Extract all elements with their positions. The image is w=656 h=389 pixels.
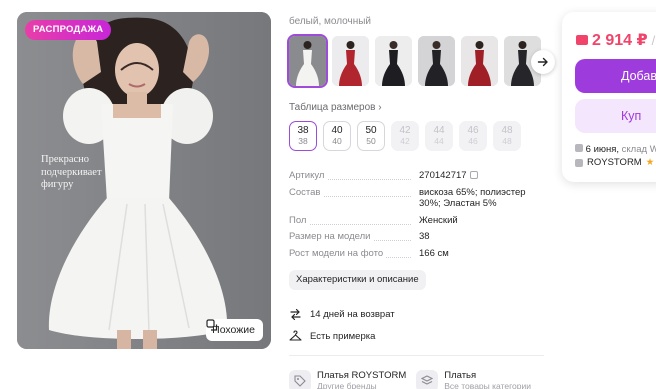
- spec-key-text: Размер на модели: [289, 231, 374, 242]
- spec-row-gender: Пол Женский: [289, 214, 549, 227]
- spec-key: Размер на модели: [289, 231, 419, 243]
- spec-value: 38: [419, 231, 430, 242]
- photo-caption: Прекрасно подчеркивает фигуру: [41, 154, 102, 190]
- size-selector: 38 38 40 40 50 50 42 42 44 44 46 46 48 48: [289, 121, 521, 151]
- size-option[interactable]: 42 42: [391, 121, 419, 151]
- similar-icon: [206, 319, 218, 331]
- tag-title: Платья: [444, 370, 477, 381]
- buy-card: 2 914 ₽ / Добав Куп 6 июня, склад WB ROY…: [562, 12, 656, 182]
- tag-brand[interactable]: Платья ROYSTORM Другие бренды: [289, 370, 406, 389]
- size-ru: 50: [366, 136, 376, 146]
- perk-text: 14 дней на возврат: [310, 308, 395, 320]
- price-row: 2 914 ₽ /: [576, 30, 655, 50]
- product-perks: 14 дней на возврат Есть примерка: [289, 304, 395, 348]
- size-option[interactable]: 48 48: [493, 121, 521, 151]
- thumbs-next-button[interactable]: [531, 50, 555, 74]
- size-value: 38: [297, 125, 309, 136]
- size-option[interactable]: 38 38: [289, 121, 317, 151]
- size-value: 42: [399, 125, 411, 136]
- seller-name: ROYSTORM: [587, 157, 642, 168]
- size-table-link[interactable]: Таблица размеров ›: [289, 102, 382, 113]
- characteristics-button[interactable]: Характеристики и описание: [289, 270, 426, 290]
- size-option[interactable]: 40 40: [323, 121, 351, 151]
- tag-subtitle: Другие бренды: [317, 381, 377, 389]
- arrow-right-icon: [537, 57, 548, 67]
- tag-icon: [289, 370, 311, 389]
- spec-value: Женский: [419, 214, 458, 226]
- divider: [289, 355, 544, 356]
- tag-subtitle: Все товары категории: [444, 381, 531, 389]
- buy-now-button[interactable]: Куп: [575, 99, 656, 133]
- spec-value: вискоза 65%; полиэстер 30%; Эластан 5%: [419, 186, 526, 210]
- size-ru: 38: [298, 136, 308, 146]
- size-ru: 48: [502, 136, 512, 146]
- tag-category[interactable]: Платья Все товары категории: [416, 370, 531, 389]
- perk-fitting: Есть примерка: [289, 326, 395, 346]
- spec-value: 166 см: [419, 247, 449, 259]
- article-number: 270142717: [419, 170, 467, 181]
- spec-value: 270142717: [419, 170, 549, 182]
- layers-icon: [416, 370, 439, 389]
- size-ru: 40: [332, 136, 342, 146]
- copy-icon[interactable]: [469, 171, 478, 179]
- color-thumbnails: [287, 34, 541, 88]
- thumb-red[interactable]: [332, 36, 369, 86]
- spec-key-text: Рост модели на фото: [289, 247, 387, 259]
- thumb-black-1[interactable]: [375, 36, 412, 86]
- chevron-right-icon: ›: [378, 102, 382, 113]
- size-value: 48: [501, 125, 513, 136]
- color-name: белый, молочный: [289, 16, 372, 27]
- thumb-red-2[interactable]: [461, 36, 498, 86]
- spec-row-model-height: Рост модели на фото 166 см: [289, 247, 549, 260]
- size-table-label: Таблица размеров: [289, 102, 376, 113]
- star-icon: ★: [645, 157, 655, 168]
- size-ru: 42: [400, 136, 410, 146]
- size-ru: 44: [434, 136, 444, 146]
- seller-info[interactable]: ROYSTORM ★ 4,: [575, 157, 656, 168]
- size-option[interactable]: 46 46: [459, 121, 487, 151]
- wallet-icon: [576, 35, 588, 45]
- size-ru: 46: [468, 136, 478, 146]
- spec-row-composition: Состав вискоза 65%; полиэстер 30%; Эласт…: [289, 186, 549, 210]
- truck-icon: [575, 144, 583, 152]
- return-icon: [290, 308, 301, 320]
- spec-key-text: Состав: [289, 186, 324, 198]
- similar-label: Похожие: [212, 324, 255, 336]
- hanger-icon: [289, 329, 302, 341]
- delivery-info: 6 июня, склад WB: [575, 144, 656, 155]
- delivery-date: 6 июня,: [585, 144, 620, 155]
- size-value: 40: [331, 125, 343, 136]
- tag-title: Платья ROYSTORM: [317, 370, 407, 381]
- spec-row-article: Артикул 270142717: [289, 170, 549, 182]
- size-value: 44: [433, 125, 445, 136]
- delivery-warehouse: склад WB: [621, 144, 656, 155]
- size-option[interactable]: 44 44: [425, 121, 453, 151]
- thumb-white[interactable]: [287, 34, 328, 88]
- price-extra: /: [651, 32, 656, 48]
- spec-key: Артикул: [289, 170, 419, 182]
- spec-key-text: Пол: [289, 214, 310, 226]
- store-icon: [575, 158, 583, 167]
- spec-key: Пол: [289, 214, 419, 227]
- price: 2 914 ₽: [592, 32, 648, 49]
- spec-key: Рост модели на фото: [289, 247, 419, 260]
- add-to-cart-button[interactable]: Добав: [575, 59, 656, 93]
- perk-return: 14 дней на возврат: [289, 304, 395, 324]
- perk-text: Есть примерка: [310, 330, 376, 342]
- size-value: 46: [467, 125, 479, 136]
- related-tags: Платья ROYSTORM Другие бренды Платья Все…: [289, 370, 531, 389]
- product-photo[interactable]: РАСПРОДАЖА Прекрасно подчеркивает фигуру…: [17, 12, 271, 349]
- sale-badge: РАСПРОДАЖА: [25, 20, 112, 40]
- similar-button[interactable]: Похожие: [206, 319, 263, 341]
- spec-key-text: Артикул: [289, 170, 328, 181]
- spec-key: Состав: [289, 186, 419, 210]
- thumb-black-2[interactable]: [418, 36, 455, 86]
- size-option[interactable]: 50 50: [357, 121, 385, 151]
- spec-row-model-size: Размер на модели 38: [289, 231, 549, 243]
- size-value: 50: [365, 125, 377, 136]
- product-specs: Артикул 270142717 Состав вискоза 65%; по…: [289, 170, 549, 264]
